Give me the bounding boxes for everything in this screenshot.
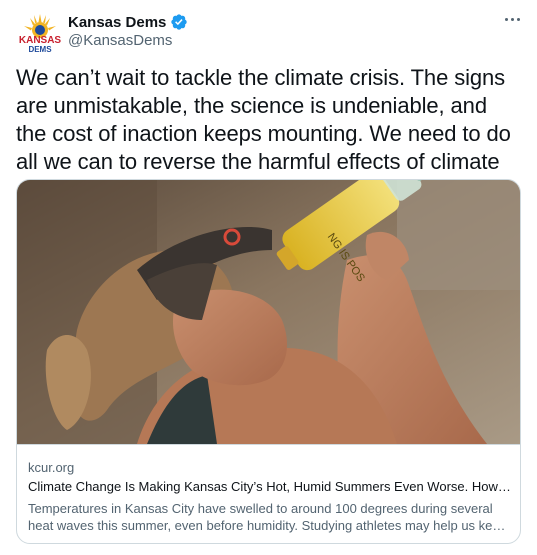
avatar[interactable]: KANSAS DEMS bbox=[16, 10, 64, 58]
card-title[interactable]: Climate Change Is Making Kansas City’s H… bbox=[28, 479, 512, 494]
kansas-dems-logo-icon: KANSAS DEMS bbox=[16, 10, 64, 58]
more-options-icon[interactable] bbox=[501, 12, 523, 26]
avatar-text-bottom: DEMS bbox=[28, 45, 52, 54]
display-name[interactable]: Kansas Dems bbox=[68, 14, 166, 31]
card-domain[interactable]: kcur.org bbox=[28, 460, 74, 475]
card-description: Temperatures in Kansas City have swelled… bbox=[28, 500, 512, 534]
card-image[interactable]: NG IS POS bbox=[17, 180, 520, 444]
link-card[interactable]: NG IS POS kcur.org Climate Change Is Mak… bbox=[16, 179, 521, 544]
card-description-line-1: Temperatures in Kansas City have swelled… bbox=[28, 501, 493, 516]
card-info[interactable]: kcur.org Climate Change Is Making Kansas… bbox=[17, 444, 520, 543]
tweet[interactable]: KANSAS DEMS Kansas Dems @KansasDems We c… bbox=[0, 0, 537, 555]
author-name-row[interactable]: Kansas Dems bbox=[68, 12, 188, 32]
author-handle[interactable]: @KansasDems bbox=[68, 32, 172, 49]
card-description-line-2: heat waves this summer, even before humi… bbox=[28, 518, 512, 533]
verified-badge-icon bbox=[170, 13, 188, 31]
